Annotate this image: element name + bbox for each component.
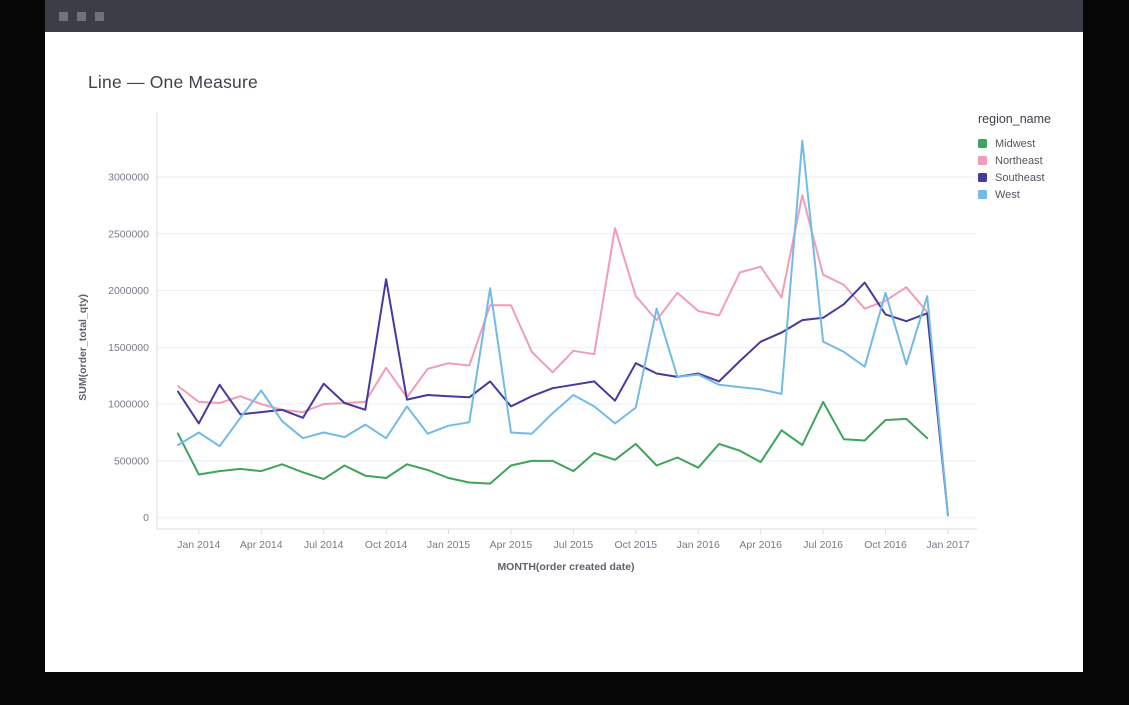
- y-axis-title: SUM(order_total_qty): [77, 294, 89, 401]
- legend-swatch-icon: [978, 173, 987, 182]
- legend-item-west[interactable]: West: [978, 186, 1088, 203]
- y-tick-label: 500000: [114, 455, 149, 467]
- legend-title: region_name: [978, 112, 1088, 126]
- legend-item-label: Northeast: [995, 155, 1043, 167]
- legend-item-midwest[interactable]: Midwest: [978, 135, 1088, 152]
- x-tick-label: Jan 2016: [677, 539, 720, 551]
- window-button-icon: [95, 12, 104, 21]
- legend-item-label: West: [995, 189, 1020, 201]
- x-tick-label: Oct 2014: [365, 539, 408, 551]
- window-titlebar: [45, 0, 1083, 32]
- x-axis-title: MONTH(order created date): [497, 561, 634, 573]
- y-tick-label: 1000000: [108, 399, 149, 411]
- window-controls: [59, 12, 104, 21]
- y-tick-label: 1500000: [108, 342, 149, 354]
- series-line-west: [178, 141, 948, 516]
- x-tick-label: Jan 2015: [427, 539, 470, 551]
- legend-items: Midwest Northeast Southeast West: [978, 135, 1088, 203]
- y-tick-label: 2500000: [108, 228, 149, 240]
- y-tick-label: 3000000: [108, 171, 149, 183]
- x-tick-label: Jan 2014: [177, 539, 220, 551]
- legend-item-label: Southeast: [995, 172, 1045, 184]
- series-line-northeast: [178, 195, 927, 412]
- x-tick-label: Oct 2015: [615, 539, 658, 551]
- app-window: Line — One Measure 0 500000 1000000 1500000…: [45, 0, 1083, 672]
- x-tick-label: Jan 2017: [926, 539, 969, 551]
- legend-swatch-icon: [978, 190, 987, 199]
- x-tick-label: Jul 2015: [554, 539, 594, 551]
- legend: region_name Midwest Northeast Southeast Wes…: [978, 112, 1088, 203]
- y-tick-label: 0: [143, 512, 149, 524]
- legend-item-northeast[interactable]: Northeast: [978, 152, 1088, 169]
- window-button-icon: [59, 12, 68, 21]
- legend-item-label: Midwest: [995, 138, 1035, 150]
- x-tick-label: Jul 2016: [803, 539, 843, 551]
- x-tick-label: Jul 2014: [304, 539, 344, 551]
- x-tick-label: Apr 2016: [739, 539, 782, 551]
- line-chart-svg: 0 500000 1000000 1500000 2000000 2500000 30000…: [70, 100, 1010, 580]
- legend-item-southeast[interactable]: Southeast: [978, 169, 1088, 186]
- chart-title: Line — One Measure: [88, 72, 258, 93]
- x-tick-label: Apr 2014: [240, 539, 283, 551]
- series-line-southeast: [178, 279, 948, 515]
- y-tick-label: 2000000: [108, 285, 149, 297]
- legend-swatch-icon: [978, 139, 987, 148]
- legend-swatch-icon: [978, 156, 987, 165]
- window-button-icon: [77, 12, 86, 21]
- x-tick-label: Apr 2015: [490, 539, 533, 551]
- x-tick-label: Oct 2016: [864, 539, 907, 551]
